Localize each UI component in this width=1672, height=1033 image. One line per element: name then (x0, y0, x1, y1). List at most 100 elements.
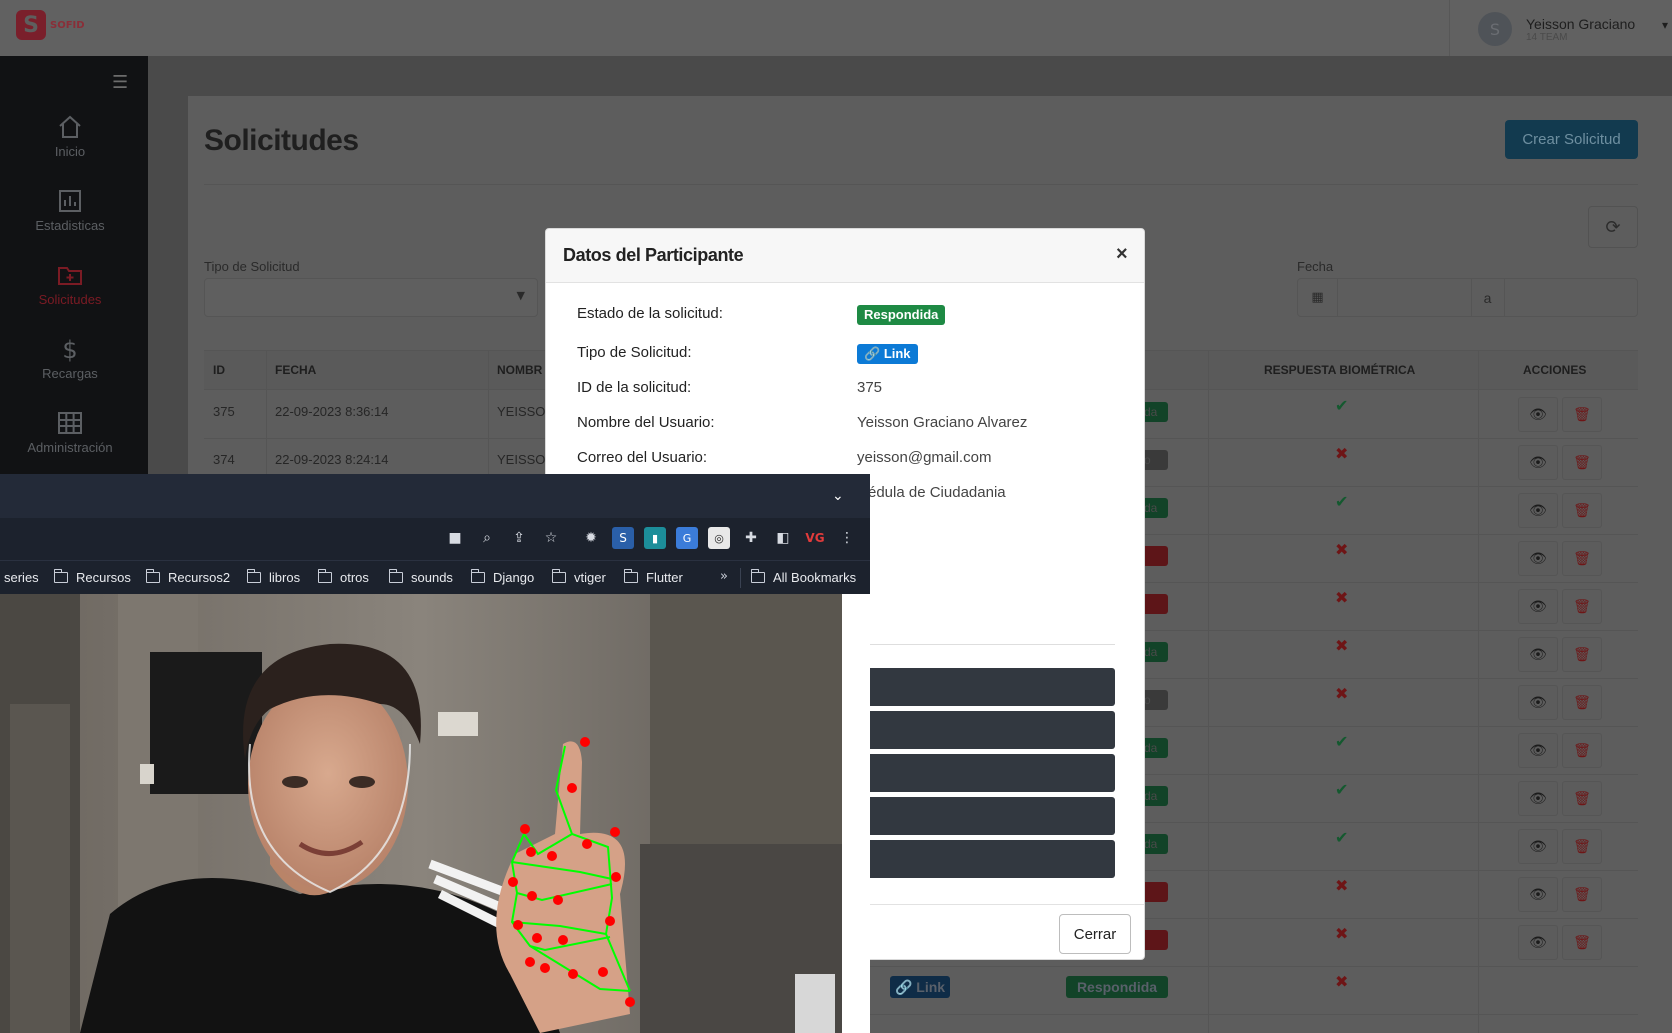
delete-button[interactable]: 🗑 (1562, 397, 1602, 432)
side-panel-icon[interactable]: ◧ (772, 527, 794, 549)
extension-bar-icon[interactable]: ▮ (644, 527, 666, 549)
field-label-nombre: Nombre del Usuario: (577, 414, 715, 431)
date-range: ▦ a (1297, 278, 1638, 317)
link-icon: 🔗 (894, 978, 917, 995)
column-divider (1478, 350, 1479, 1033)
date-start-input[interactable] (1338, 279, 1471, 316)
chevron-down-icon[interactable]: ▾ (1662, 18, 1668, 32)
link-icon: 🔗 (864, 346, 884, 361)
home-icon (59, 115, 81, 138)
delete-button[interactable]: 🗑 (1562, 541, 1602, 576)
view-button[interactable]: 👁 (1518, 925, 1558, 960)
sidebar-item-inicio[interactable]: Inicio (0, 114, 140, 159)
kebab-menu-icon[interactable]: ⋮ (836, 527, 858, 549)
view-button[interactable]: 👁 (1518, 397, 1558, 432)
user-menu[interactable]: S Yeisson Graciano 14 TEAM (1478, 12, 1635, 46)
view-button[interactable]: 👁 (1518, 733, 1558, 768)
bookmarks-divider (740, 568, 741, 588)
column-header-id[interactable]: ID (213, 363, 225, 377)
bookmarks-bar: series Recursos Recursos2 libros otros s… (0, 560, 870, 594)
bookmark-label: Recursos (76, 570, 131, 585)
delete-button[interactable]: 🗑 (1562, 445, 1602, 480)
field-value-correo: yeisson@gmail.com (857, 449, 992, 466)
sidebar-item-recargas[interactable]: $ Recargas (0, 336, 140, 381)
view-button[interactable]: 👁 (1518, 781, 1558, 816)
delete-button[interactable]: 🗑 (1562, 637, 1602, 672)
chart-icon (59, 190, 81, 212)
field-label-estado: Estado de la solicitud: (577, 305, 723, 322)
extension-vg-icon[interactable]: VG (804, 527, 826, 549)
view-button[interactable]: 👁 (1518, 541, 1558, 576)
cross-icon: ✖ (1335, 876, 1349, 895)
bookmark-folder-libros[interactable]: libros (246, 569, 300, 585)
translate-icon[interactable]: G (676, 527, 698, 549)
bookmark-folder-django[interactable]: Django (470, 569, 534, 585)
delete-button[interactable]: 🗑 (1562, 877, 1602, 912)
view-button[interactable]: 👁 (1518, 445, 1558, 480)
star-icon[interactable]: ☆ (540, 527, 562, 549)
bookmark-folder-flutter[interactable]: Flutter (623, 569, 683, 585)
delete-button[interactable]: 🗑 (1562, 829, 1602, 864)
filter-fecha-label: Fecha (1297, 259, 1334, 274)
sidebar-item-solicitudes[interactable]: Solicitudes (0, 262, 140, 307)
bookmark-series[interactable]: series (4, 570, 39, 585)
cross-icon: ✖ (1335, 588, 1349, 607)
check-icon: ✔ (1335, 828, 1349, 847)
bookmark-folder-recursos[interactable]: Recursos (53, 569, 131, 585)
delete-button[interactable]: 🗑 (1562, 685, 1602, 720)
sidebar-item-administracion[interactable]: Administración (0, 410, 140, 455)
all-bookmarks-button[interactable]: All Bookmarks (750, 569, 856, 585)
camera-icon[interactable]: ■ (444, 527, 466, 549)
refresh-button[interactable]: ⟳ (1588, 206, 1638, 248)
extension-gear-icon[interactable]: ✹ (580, 527, 602, 549)
delete-button[interactable]: 🗑 (1562, 925, 1602, 960)
zoom-icon[interactable]: ⌕ (476, 527, 498, 549)
date-end-input[interactable] (1505, 279, 1638, 316)
sidebar: ☰ Inicio Estadisticas Solicitudes $ Reca… (0, 56, 148, 476)
view-button[interactable]: 👁 (1518, 685, 1558, 720)
bookmarks-overflow-button[interactable]: » (720, 569, 728, 584)
delete-button[interactable]: 🗑 (1562, 493, 1602, 528)
column-header-acciones[interactable]: ACCIONES (1523, 363, 1586, 377)
page-title: Solicitudes (204, 124, 359, 157)
cerrar-button[interactable]: Cerrar (1059, 914, 1131, 954)
view-button[interactable]: 👁 (1518, 877, 1558, 912)
hamburger-icon[interactable]: ☰ (112, 72, 128, 93)
column-header-biometric[interactable]: RESPUESTA BIOMÉTRICA (1264, 363, 1415, 377)
share-icon[interactable]: ⇪ (508, 527, 530, 549)
delete-button[interactable]: 🗑 (1562, 589, 1602, 624)
browser-window: ⌄ ■ ⌕ ⇪ ☆ ✹ S ▮ G ◎ ✚ ◧ VG ⋮ series Recu… (0, 474, 870, 1033)
bookmark-folder-vtiger[interactable]: vtiger (551, 569, 606, 585)
logo-text: SOFID (50, 19, 85, 31)
browser-titlebar: ⌄ (0, 474, 870, 518)
extension-chatgpt-icon[interactable]: ◎ (708, 527, 730, 549)
grid-icon (58, 412, 82, 434)
bookmark-folder-sounds[interactable]: sounds (388, 569, 453, 585)
bookmark-label: series (4, 570, 39, 585)
tipo-select[interactable]: ▼ (204, 278, 538, 317)
cross-icon: ✖ (1335, 924, 1349, 943)
puzzle-icon[interactable]: ✚ (740, 527, 762, 549)
sidebar-item-estadisticas[interactable]: Estadisticas (0, 188, 140, 233)
folder-icon (388, 569, 403, 583)
folder-icon (750, 569, 765, 583)
check-icon: ✔ (1335, 780, 1349, 799)
view-button[interactable]: 👁 (1518, 493, 1558, 528)
tab-search-chevron-icon[interactable]: ⌄ (832, 488, 844, 504)
close-icon[interactable]: × (1116, 243, 1128, 266)
bookmark-folder-otros[interactable]: otros (317, 569, 369, 585)
row-fecha: 22-09-2023 8:36:14 (275, 404, 389, 419)
filter-tipo-label: Tipo de Solicitud (204, 259, 300, 274)
view-button[interactable]: 👁 (1518, 589, 1558, 624)
delete-button[interactable]: 🗑 (1562, 733, 1602, 768)
column-header-nombre[interactable]: NOMBR (497, 363, 542, 377)
app-logo[interactable]: S SOFID (16, 10, 85, 40)
view-button[interactable]: 👁 (1518, 829, 1558, 864)
extension-s-icon[interactable]: S (612, 527, 634, 549)
create-request-button[interactable]: Crear Solicitud (1505, 120, 1638, 159)
column-header-fecha[interactable]: FECHA (275, 363, 316, 377)
sidebar-item-label: Estadisticas (35, 218, 105, 233)
delete-button[interactable]: 🗑 (1562, 781, 1602, 816)
view-button[interactable]: 👁 (1518, 637, 1558, 672)
bookmark-folder-recursos2[interactable]: Recursos2 (145, 569, 230, 585)
